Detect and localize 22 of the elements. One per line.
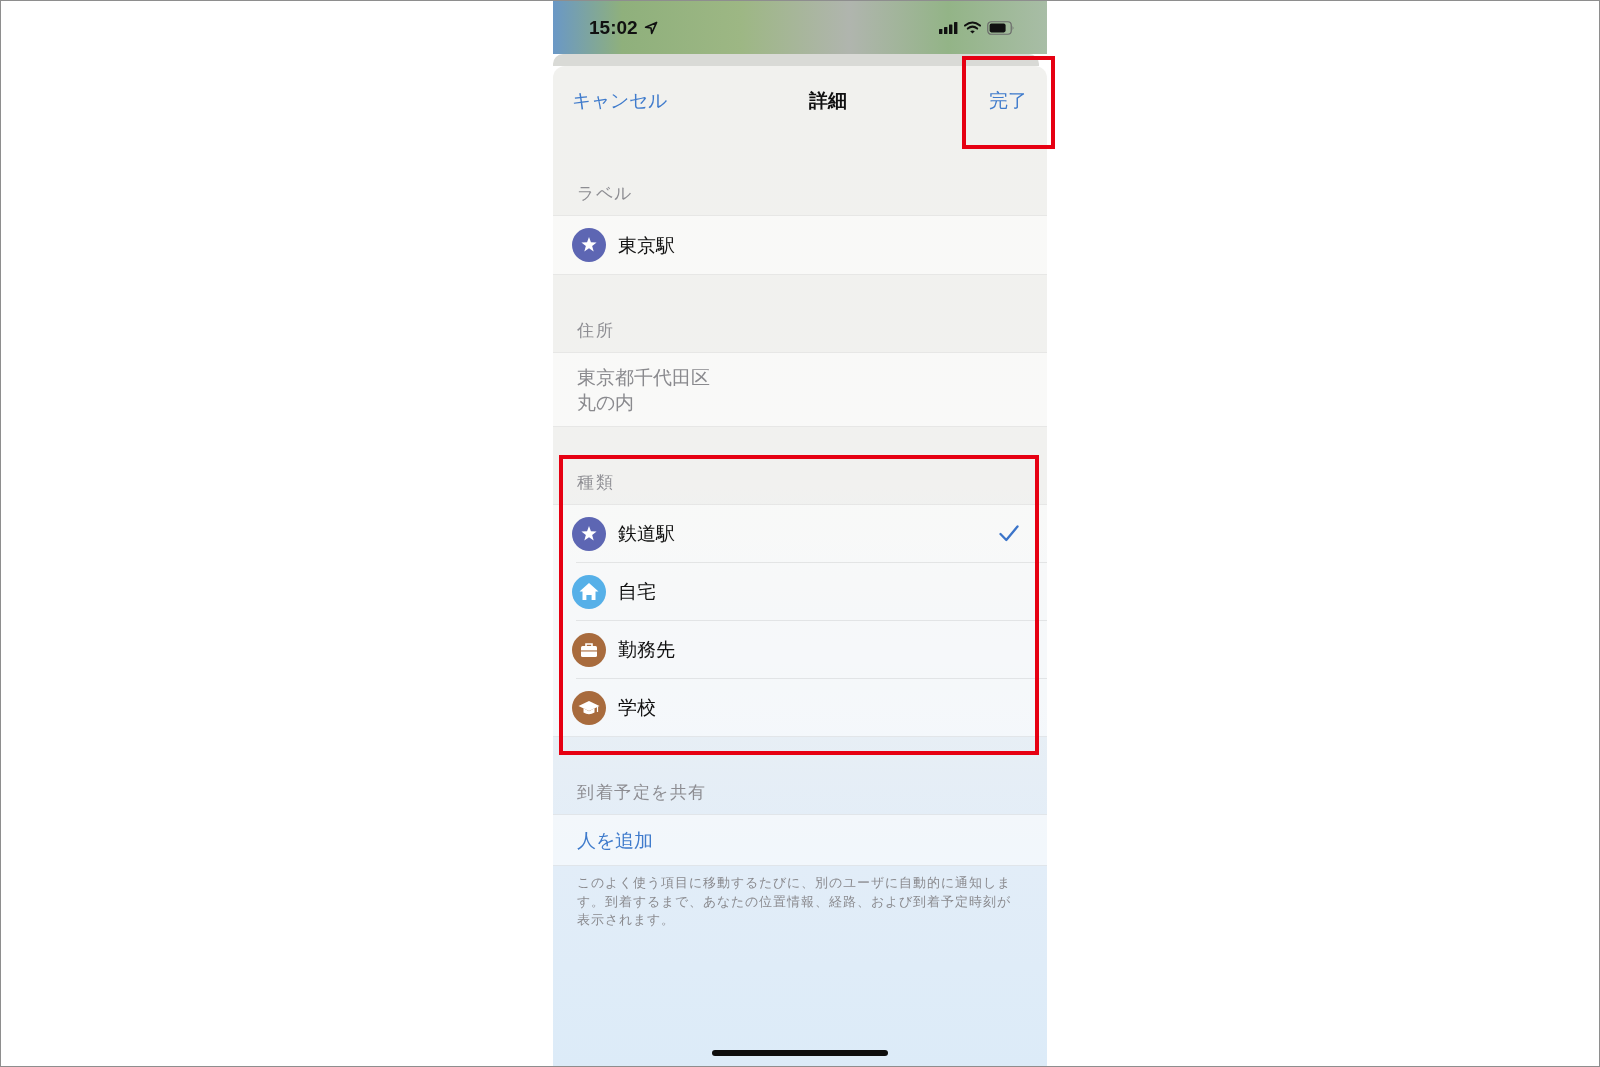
type-option[interactable]: 鉄道駅 [553, 505, 1047, 562]
type-option[interactable]: 学校 [553, 679, 1047, 736]
checkmark-icon [999, 525, 1019, 542]
address-line: 東京都千代田区 [577, 366, 710, 390]
type-option[interactable]: 自宅 [553, 563, 1047, 620]
wifi-icon [964, 21, 981, 34]
cancel-button[interactable]: キャンセル [572, 84, 667, 118]
label-field[interactable]: 東京駅 [553, 216, 1047, 274]
battery-icon [987, 20, 1015, 35]
signal-icon [939, 21, 958, 34]
status-time: 15:02 [589, 16, 638, 39]
location-arrow-icon [643, 20, 658, 35]
add-person-link[interactable]: 人を追加 [553, 815, 1047, 865]
section-header: 住所 [576, 320, 615, 342]
done-button[interactable]: 完了 [989, 84, 1027, 118]
footer-note: このよく使う項目に移動するたびに、別のユーザに自動的に通知します。到着するまで、あなたの位置情報、経路、および到着予定時刻が表示されます。 [576, 874, 1012, 929]
type-option[interactable]: 勤務先 [553, 621, 1047, 678]
section-header: 到着予定を共有 [576, 782, 708, 804]
section-header: ラベル [576, 183, 634, 205]
address-line: 丸の内 [577, 391, 634, 415]
section-header: 種類 [576, 472, 615, 494]
sheet-title: 詳細 [809, 90, 847, 112]
